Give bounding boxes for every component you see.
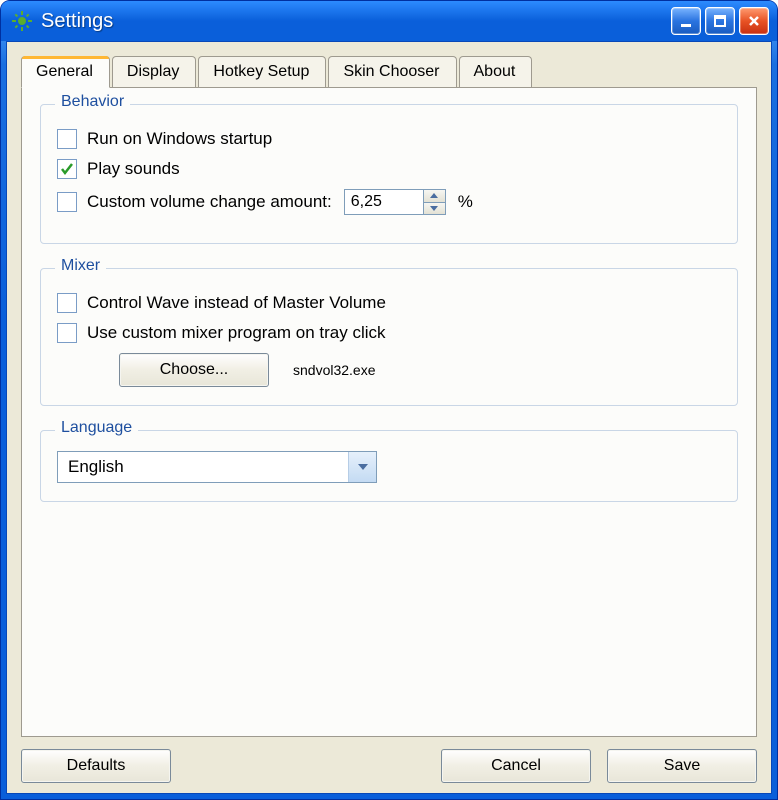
- group-mixer: Mixer Control Wave instead of Master Vol…: [40, 268, 738, 406]
- save-button[interactable]: Save: [607, 749, 757, 783]
- chevron-down-icon[interactable]: [348, 452, 376, 482]
- settings-window: Settings General Display Hotkey Setup Sk…: [0, 0, 778, 800]
- app-icon: [11, 10, 33, 32]
- group-language: Language English: [40, 430, 738, 502]
- row-control-wave: Control Wave instead of Master Volume: [57, 293, 721, 313]
- row-run-on-startup: Run on Windows startup: [57, 129, 721, 149]
- defaults-button[interactable]: Defaults: [21, 749, 171, 783]
- window-title: Settings: [41, 10, 671, 33]
- percent-label: %: [458, 192, 473, 212]
- titlebar-buttons: [671, 7, 769, 35]
- row-choose-mixer: Choose... sndvol32.exe: [57, 353, 721, 387]
- label-run-on-startup: Run on Windows startup: [87, 129, 272, 149]
- checkbox-control-wave[interactable]: [57, 293, 77, 313]
- input-custom-volume-amount[interactable]: [344, 189, 424, 215]
- mixer-program-label: sndvol32.exe: [293, 362, 376, 378]
- label-use-custom-mixer: Use custom mixer program on tray click: [87, 323, 386, 343]
- maximize-button[interactable]: [705, 7, 735, 35]
- checkbox-play-sounds[interactable]: [57, 159, 77, 179]
- client-area: General Display Hotkey Setup Skin Choose…: [6, 41, 772, 794]
- choose-button[interactable]: Choose...: [119, 353, 269, 387]
- tab-about[interactable]: About: [459, 56, 533, 87]
- spinner-down[interactable]: [424, 203, 445, 215]
- language-dropdown[interactable]: English: [57, 451, 377, 483]
- cancel-button[interactable]: Cancel: [441, 749, 591, 783]
- row-custom-volume: Custom volume change amount: %: [57, 189, 721, 215]
- tab-display[interactable]: Display: [112, 56, 196, 87]
- row-play-sounds: Play sounds: [57, 159, 721, 179]
- language-selected: English: [58, 457, 348, 477]
- tab-panel-general: Behavior Run on Windows startup Play sou…: [21, 87, 757, 737]
- checkbox-use-custom-mixer[interactable]: [57, 323, 77, 343]
- bottom-button-bar: Defaults Cancel Save: [21, 737, 757, 783]
- label-play-sounds: Play sounds: [87, 159, 180, 179]
- checkbox-run-on-startup[interactable]: [57, 129, 77, 149]
- checkbox-custom-volume[interactable]: [57, 192, 77, 212]
- label-custom-volume: Custom volume change amount:: [87, 192, 332, 212]
- row-use-custom-mixer: Use custom mixer program on tray click: [57, 323, 721, 343]
- titlebar[interactable]: Settings: [1, 1, 777, 41]
- label-control-wave: Control Wave instead of Master Volume: [87, 293, 386, 313]
- tab-general[interactable]: General: [21, 56, 110, 88]
- tab-skin-chooser[interactable]: Skin Chooser: [328, 56, 456, 87]
- spinner-buttons: [424, 189, 446, 215]
- tab-hotkey-setup[interactable]: Hotkey Setup: [198, 56, 326, 87]
- group-behavior-title: Behavior: [55, 93, 130, 111]
- spinner-up[interactable]: [424, 190, 445, 203]
- group-language-title: Language: [55, 419, 138, 437]
- group-behavior: Behavior Run on Windows startup Play sou…: [40, 104, 738, 244]
- minimize-button[interactable]: [671, 7, 701, 35]
- tab-bar: General Display Hotkey Setup Skin Choose…: [21, 56, 757, 87]
- close-button[interactable]: [739, 7, 769, 35]
- group-mixer-title: Mixer: [55, 257, 106, 275]
